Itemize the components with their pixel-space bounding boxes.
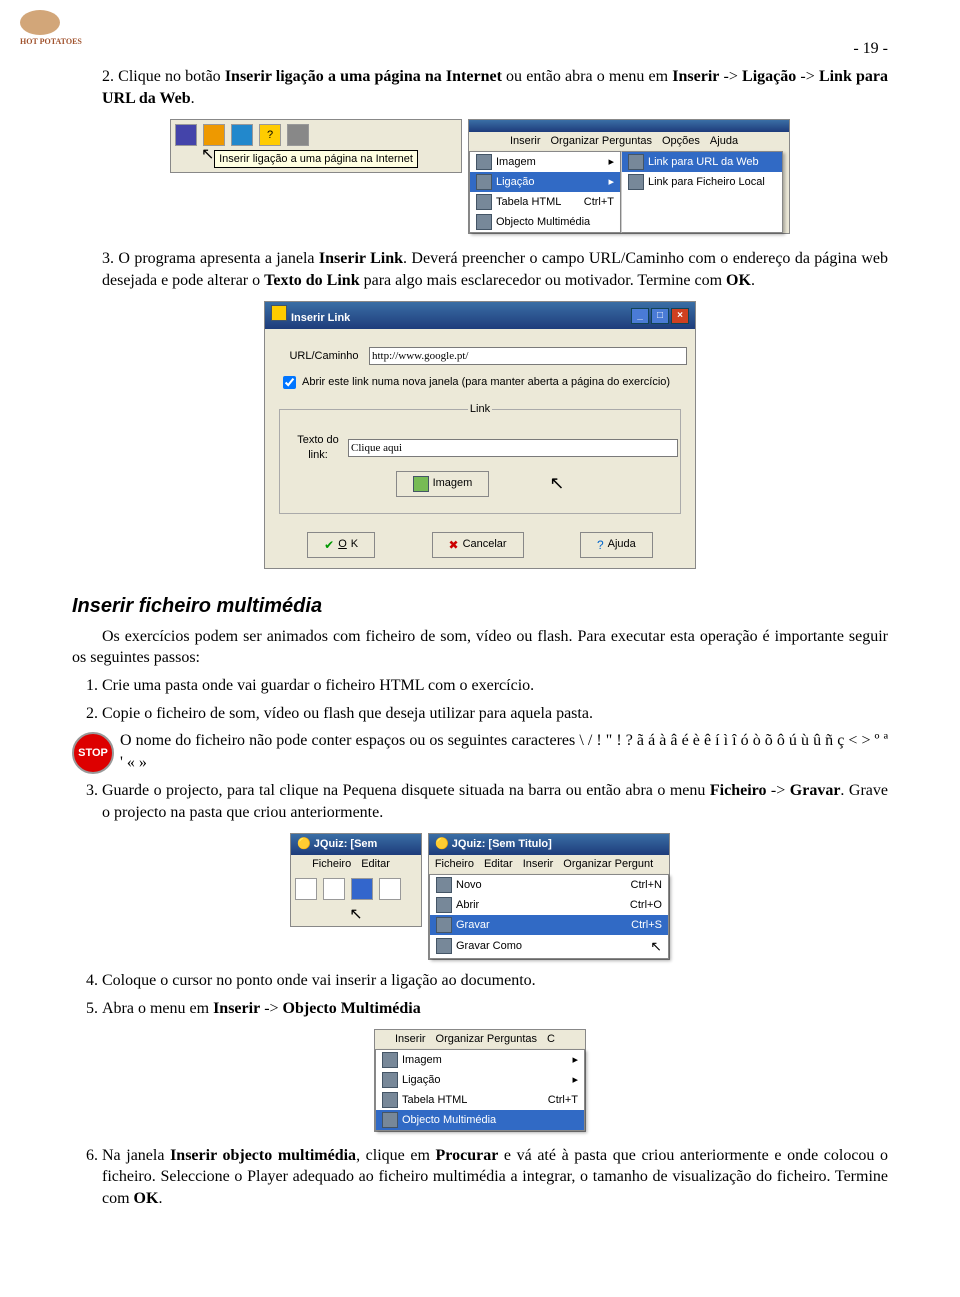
screenshot-toolbar-link: ? ↖ Inserir ligação a uma página na Inte… xyxy=(170,119,462,173)
image-button[interactable]: Imagem xyxy=(396,471,490,497)
url-input[interactable] xyxy=(369,347,687,365)
tooltip-insert-link: Inserir ligação a uma página na Internet xyxy=(214,150,418,168)
screenshot-menu-inserir: InserirOrganizar PerguntasOpçõesAjuda Im… xyxy=(468,119,790,234)
max-icon: □ xyxy=(651,308,669,324)
stop-note: STOP O nome do ficheiro não pode conter … xyxy=(72,730,888,774)
url-label: URL/Caminho xyxy=(279,349,369,364)
screenshot-ficheiro-menu: 🟡 JQuiz: [Sem Titulo] FicheiroEditarInse… xyxy=(428,833,670,960)
page-number: - 19 - xyxy=(72,40,888,58)
stop-icon: STOP xyxy=(72,732,114,774)
close-icon: × xyxy=(671,308,689,324)
mm-step-4: Coloque o cursor no ponto onde vai inser… xyxy=(102,970,888,992)
cancel-button[interactable]: ✖Cancelar xyxy=(432,532,524,558)
step-2: 2. Clique no botão Inserir ligação a uma… xyxy=(72,66,888,109)
heading-multimedia: Inserir ficheiro multimédia xyxy=(72,593,888,620)
intro-paragraph: Os exercícios podem ser animados com fic… xyxy=(72,626,888,669)
screenshot-menu-objecto: InserirOrganizar PerguntasC Imagem▸ Liga… xyxy=(374,1029,586,1132)
new-window-checkbox[interactable] xyxy=(283,376,296,389)
link-text-label: Texto do link: xyxy=(288,433,348,463)
help-button[interactable]: ?Ajuda xyxy=(580,532,653,558)
mm-step-3: Guarde o projecto, para tal clique na Pe… xyxy=(102,780,888,823)
screenshot-jquiz-toolbar: 🟡 JQuiz: [Sem FicheiroEditar ↖ xyxy=(290,833,422,926)
hot-potatoes-logo: HOT POTATOES xyxy=(20,10,82,46)
mm-step-2: Copie o ficheiro de som, vídeo ou flash … xyxy=(102,703,888,725)
mm-step-6: Na janela Inserir objecto multimédia, cl… xyxy=(102,1145,888,1210)
step-3: 3. O programa apresenta a janela Inserir… xyxy=(72,248,888,291)
mm-step-5: Abra o menu em Inserir -> Objecto Multim… xyxy=(102,998,888,1020)
link-text-input[interactable] xyxy=(348,439,678,457)
screenshot-dialog-inserir-link: Inserir Link _□× URL/Caminho Abrir este … xyxy=(264,301,696,569)
min-icon: _ xyxy=(631,308,649,324)
ok-button[interactable]: ✔OOKK xyxy=(307,532,375,558)
mm-step-1: Crie uma pasta onde vai guardar o fichei… xyxy=(102,675,888,697)
